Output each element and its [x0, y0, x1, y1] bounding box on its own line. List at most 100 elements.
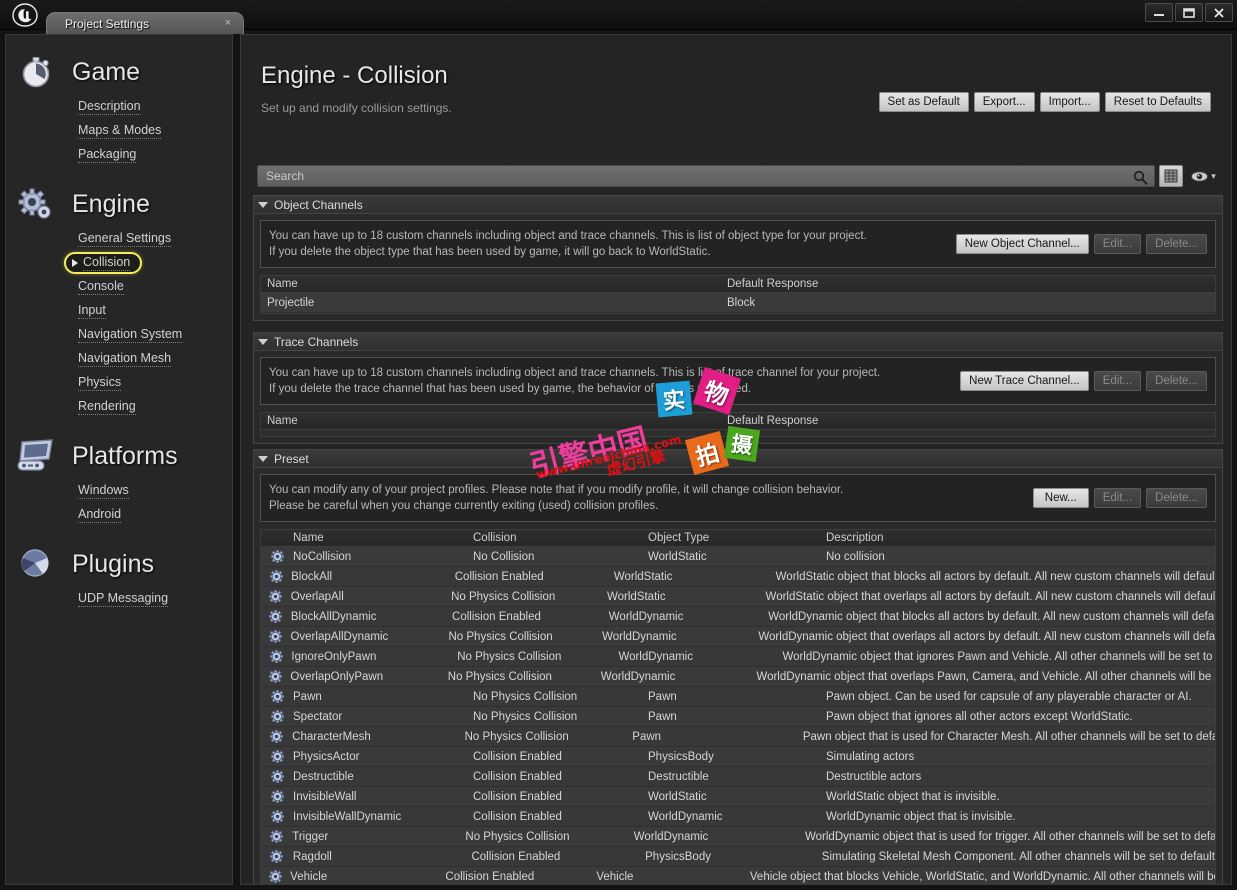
sidebar-item-packaging[interactable]: Packaging [6, 143, 232, 167]
sidebar-item-description[interactable]: Description [6, 95, 232, 119]
delete-object-channel-button[interactable]: Delete... [1146, 234, 1207, 254]
sidebar-group-header-platforms: Platforms [6, 433, 232, 479]
edit-preset-button[interactable]: Edit... [1093, 488, 1142, 508]
chevron-down-icon[interactable]: ▾ [1211, 171, 1216, 182]
cell-object-type: Destructible [648, 770, 709, 783]
trace-channels-buttons: New Trace Channel... Edit... Delete... [960, 371, 1207, 391]
preset-row[interactable]: IgnoreOnlyPawn No Physics Collision Worl… [261, 647, 1215, 667]
sidebar-item-physics[interactable]: Physics [6, 371, 232, 395]
search-box[interactable] [257, 165, 1155, 187]
sidebar-item-rendering[interactable]: Rendering [6, 395, 232, 419]
cell-object-type: PhysicsBody [645, 850, 711, 863]
close-tab-icon[interactable]: × [225, 17, 231, 29]
cell-object-type: WorldDynamic [618, 650, 693, 663]
cell-description: Destructible actors [826, 770, 922, 783]
delete-trace-channel-button[interactable]: Delete... [1146, 371, 1207, 391]
cell-name: PhysicsActor [293, 750, 360, 763]
new-trace-channel-button[interactable]: New Trace Channel... [960, 371, 1089, 391]
object-channels-info-bar: You can have up to 18 custom channels in… [260, 220, 1216, 268]
preset-row-list[interactable]: NoCollision No Collision WorldStatic No … [261, 547, 1215, 884]
preset-row[interactable]: OverlapAll No Physics Collision WorldSta… [261, 587, 1215, 607]
preset-row[interactable]: InvisibleWall Collision Enabled WorldSta… [261, 787, 1215, 807]
sidebar-group-title: Engine [72, 189, 150, 218]
set-as-default-button[interactable]: Set as Default [878, 92, 969, 112]
sidebar-item-maps-modes[interactable]: Maps & Modes [6, 119, 232, 143]
trace-channels-table: Name Default Response [260, 412, 1216, 437]
preset-row[interactable]: BlockAllDynamic Collision Enabled WorldD… [261, 607, 1215, 627]
settings-sidebar: Game Description Maps & Modes Packaging Eng… [5, 34, 233, 885]
selected-item-highlight[interactable]: Collision [64, 252, 143, 274]
maximize-button[interactable] [1175, 3, 1203, 22]
preset-row[interactable]: InvisibleWallDynamic Collision Enabled W… [261, 807, 1215, 827]
preset-row[interactable]: PhysicsActor Collision Enabled PhysicsBo… [261, 747, 1215, 767]
tab-project-settings[interactable]: Project Settings × [46, 12, 244, 34]
sidebar-group-header-engine: Engine [6, 181, 232, 227]
preset-row[interactable]: OverlapOnlyPawn No Physics Collision Wor… [261, 667, 1215, 687]
close-button[interactable] [1205, 3, 1233, 22]
collapse-triangle-icon[interactable] [258, 455, 268, 462]
object-channels-header[interactable]: Object Channels [253, 195, 1223, 213]
preset-row[interactable]: Trigger No Physics Collision WorldDynami… [261, 827, 1215, 847]
column-header-object-type[interactable]: Object Type [642, 532, 820, 544]
sidebar-item-input[interactable]: Input [6, 299, 232, 323]
column-header-name[interactable]: Name [261, 415, 721, 427]
import-button[interactable]: Import... [1039, 92, 1100, 112]
edit-object-channel-button[interactable]: Edit... [1093, 234, 1142, 254]
column-header-default-response[interactable]: Default Response [721, 278, 1215, 290]
preset-row[interactable]: Pawn No Physics Collision Pawn Pawn obje… [261, 687, 1215, 707]
sidebar-item-general-settings[interactable]: General Settings [6, 227, 232, 251]
column-header-description[interactable]: Description [820, 532, 1215, 544]
cell-name: IgnoreOnlyPawn [291, 650, 377, 663]
cell-description: Pawn object that is used for Character M… [802, 730, 1215, 743]
delete-preset-button[interactable]: Delete... [1146, 488, 1207, 508]
preset-row[interactable]: Ragdoll Collision Enabled PhysicsBody Si… [261, 847, 1215, 867]
cell-name: Vehicle [290, 870, 328, 883]
sidebar-item-collision[interactable]: Collision [6, 251, 232, 275]
preset-row[interactable]: BlockAll Collision Enabled WorldStatic W… [261, 567, 1215, 587]
sidebar-item-windows[interactable]: Windows [6, 479, 232, 503]
reset-to-defaults-button[interactable]: Reset to Defaults [1104, 92, 1211, 112]
column-header-name[interactable]: Name [261, 278, 721, 290]
new-object-channel-button[interactable]: New Object Channel... [955, 234, 1089, 254]
cell-default-response: Block [727, 296, 756, 309]
sidebar-item-android[interactable]: Android [6, 503, 232, 527]
cell-description: Vehicle object that blocks Vehicle, Worl… [749, 870, 1215, 883]
locked-preset-icon [261, 690, 287, 703]
search-icon[interactable] [1132, 169, 1148, 185]
cell-description: No collision [826, 550, 885, 563]
preset-header[interactable]: Preset [253, 449, 1223, 467]
export-button[interactable]: Export... [973, 92, 1035, 112]
sidebar-item-navigation-system[interactable]: Navigation System [6, 323, 232, 347]
column-header-default-response[interactable]: Default Response [721, 415, 1215, 427]
locked-preset-icon [261, 590, 285, 603]
cell-name: Pawn [293, 690, 322, 703]
sidebar-item-console[interactable]: Console [6, 275, 232, 299]
sidebar-item-udp-messaging[interactable]: UDP Messaging [6, 587, 232, 611]
grid-view-icon[interactable] [1159, 165, 1183, 187]
search-input[interactable] [258, 166, 1154, 186]
minimize-button[interactable] [1145, 3, 1173, 22]
cell-name: Spectator [293, 710, 343, 723]
locked-preset-icon [261, 550, 287, 563]
column-header-name[interactable]: Name [287, 532, 467, 544]
preset-buttons: New... Edit... Delete... [1032, 488, 1207, 508]
edit-trace-channel-button[interactable]: Edit... [1093, 371, 1142, 391]
preset-row[interactable]: NoCollision No Collision WorldStatic No … [261, 547, 1215, 567]
collapse-triangle-icon[interactable] [258, 201, 268, 208]
preset-row[interactable]: Destructible Collision Enabled Destructi… [261, 767, 1215, 787]
preset-row[interactable]: OverlapAllDynamic No Physics Collision W… [261, 627, 1215, 647]
expand-triangle-icon[interactable] [72, 259, 78, 267]
table-row[interactable]: Projectile Block [261, 293, 1215, 313]
sidebar-item-navigation-mesh[interactable]: Navigation Mesh [6, 347, 232, 371]
preset-row[interactable]: CharacterMesh No Physics Collision Pawn … [261, 727, 1215, 747]
preset-info-bar: You can modify any of your project profi… [260, 474, 1216, 522]
preset-row[interactable]: Vehicle Collision Enabled Vehicle Vehicl… [261, 867, 1215, 884]
preset-row[interactable]: Spectator No Physics Collision Pawn Pawn… [261, 707, 1215, 727]
cell-description: WorldDynamic object that blocks all acto… [768, 610, 1215, 623]
visibility-options-button[interactable]: ▾ [1187, 165, 1219, 187]
collapse-triangle-icon[interactable] [258, 338, 268, 345]
column-header-collision[interactable]: Collision [467, 532, 642, 544]
trace-channels-header[interactable]: Trace Channels [253, 332, 1223, 350]
new-preset-button[interactable]: New... [1032, 488, 1089, 508]
cell-object-type: WorldDynamic [602, 630, 677, 643]
